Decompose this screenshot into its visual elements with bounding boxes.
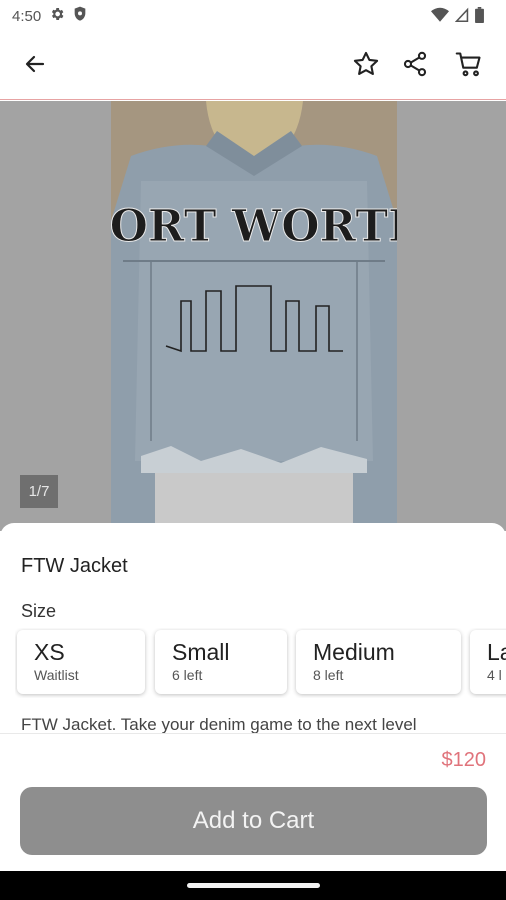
size-option-small[interactable]: Small 6 left	[155, 630, 287, 694]
size-name: La	[487, 639, 506, 665]
favorite-button[interactable]	[349, 49, 383, 83]
share-icon	[401, 50, 429, 83]
product-image-gallery[interactable]: FORT WORTH 1/7	[0, 101, 506, 531]
status-bar: 4:50	[0, 0, 506, 32]
divider	[0, 733, 506, 734]
status-time: 4:50	[12, 7, 42, 25]
status-left: 4:50	[12, 6, 87, 26]
size-label: Size	[21, 601, 57, 621]
app-bar	[0, 32, 506, 100]
system-navigation-bar	[0, 871, 506, 900]
size-name: Medium	[313, 639, 395, 665]
gallery-backdrop-left	[0, 101, 111, 531]
cart-icon	[455, 50, 483, 83]
add-to-cart-button[interactable]: Add to Cart	[20, 787, 487, 855]
arrow-left-icon	[23, 52, 47, 81]
signal-icon	[454, 7, 469, 27]
size-option-large[interactable]: La 4 l	[470, 630, 506, 694]
home-gesture-handle[interactable]	[187, 883, 320, 888]
wifi-icon	[431, 7, 449, 27]
shield-icon	[73, 6, 87, 26]
product-screen: 4:50 ORT WORT 1/7 FTW Jacket Size XS Wai…	[0, 0, 506, 900]
battery-icon	[475, 7, 484, 27]
size-name: XS	[34, 639, 65, 665]
size-stock: 8 left	[313, 667, 344, 683]
status-right	[431, 7, 484, 27]
image-counter: 1/7	[20, 475, 58, 508]
product-title: FTW Jacket	[21, 555, 128, 577]
size-stock: Waitlist	[34, 667, 79, 683]
share-button[interactable]	[398, 49, 432, 83]
product-details-sheet: FTW Jacket Size XS Waitlist Small 6 left…	[0, 523, 506, 871]
size-stock: 6 left	[172, 667, 203, 683]
size-option-medium[interactable]: Medium 8 left	[296, 630, 461, 694]
jacket-print-text: FORT WORTH	[111, 201, 397, 252]
size-name: Small	[172, 639, 230, 665]
gallery-backdrop-right	[397, 101, 506, 531]
cart-button[interactable]	[452, 49, 486, 83]
product-photo: FORT WORTH	[111, 101, 397, 531]
back-button[interactable]	[18, 49, 52, 83]
product-description: FTW Jacket. Take your denim game to the …	[21, 715, 417, 734]
size-option-xs[interactable]: XS Waitlist	[17, 630, 145, 694]
product-price: $120	[441, 749, 487, 771]
size-stock: 4 l	[487, 667, 502, 683]
star-outline-icon	[352, 50, 380, 83]
settings-gear-icon	[49, 6, 65, 26]
size-selector[interactable]: XS Waitlist Small 6 left Medium 8 left L…	[15, 628, 506, 698]
